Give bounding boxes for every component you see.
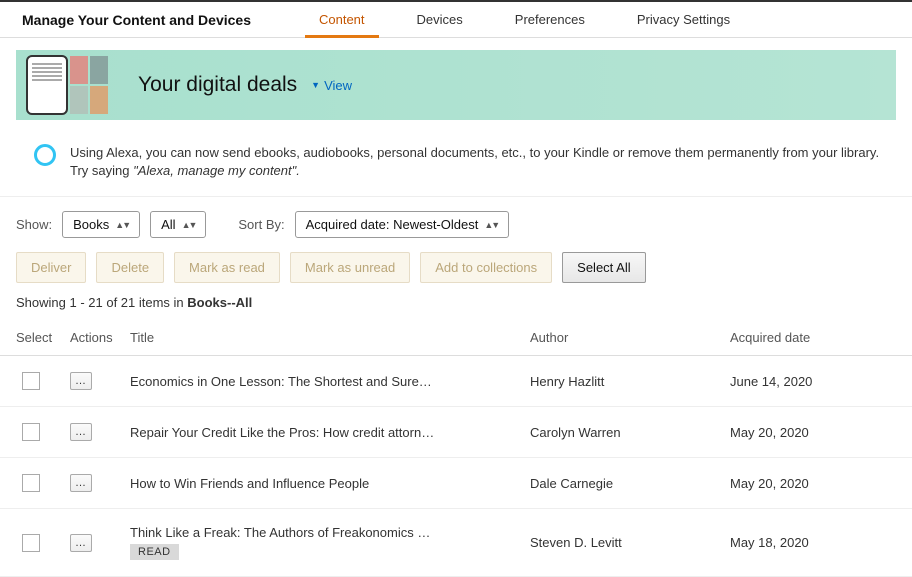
show-select[interactable]: Books▲▼ <box>62 211 140 238</box>
mark-read-button[interactable]: Mark as read <box>174 252 280 283</box>
alexa-text: Using Alexa, you can now send ebooks, au… <box>70 144 890 180</box>
row-author: Henry Hazlitt <box>530 374 730 389</box>
row-title[interactable]: Repair Your Credit Like the Pros: How cr… <box>130 425 530 440</box>
row-checkbox[interactable] <box>22 534 40 552</box>
sort-label: Sort By: <box>238 217 284 232</box>
alexa-notice: Using Alexa, you can now send ebooks, au… <box>0 128 912 197</box>
table-row: … How to Win Friends and Influence People… <box>0 458 912 509</box>
table-header: Select Actions Title Author Acquired dat… <box>0 320 912 356</box>
tabs: Content Devices Preferences Privacy Sett… <box>313 2 736 37</box>
row-actions-button[interactable]: … <box>70 423 92 441</box>
row-title[interactable]: How to Win Friends and Influence People <box>130 476 530 491</box>
count-row: Showing 1 - 21 of 21 items in Books--All <box>0 295 912 320</box>
banner-heading: Your digital deals <box>138 73 297 97</box>
top-nav: Manage Your Content and Devices Content … <box>0 0 912 38</box>
add-collections-button[interactable]: Add to collections <box>420 252 552 283</box>
row-checkbox[interactable] <box>22 372 40 390</box>
col-title: Title <box>130 330 530 345</box>
mark-unread-button[interactable]: Mark as unread <box>290 252 410 283</box>
row-title[interactable]: Think Like a Freak: The Authors of Freak… <box>130 525 530 560</box>
table-row: … Economics in One Lesson: The Shortest a… <box>0 356 912 407</box>
delete-button[interactable]: Delete <box>96 252 164 283</box>
action-row: Deliver Delete Mark as read Mark as unre… <box>0 238 912 295</box>
row-title[interactable]: Economics in One Lesson: The Shortest an… <box>130 374 530 389</box>
col-author: Author <box>530 330 730 345</box>
tab-content[interactable]: Content <box>313 2 371 37</box>
deliver-button[interactable]: Deliver <box>16 252 86 283</box>
table-row: … Repair Your Credit Like the Pros: How c… <box>0 407 912 458</box>
tab-preferences[interactable]: Preferences <box>509 2 591 37</box>
caret-icon: ▲▼ <box>182 220 196 230</box>
scope-select[interactable]: All▲▼ <box>150 211 206 238</box>
read-badge: READ <box>130 544 179 560</box>
caret-icon: ▲▼ <box>484 220 498 230</box>
col-select: Select <box>16 330 70 345</box>
chevron-down-icon: ▼ <box>311 80 320 90</box>
row-checkbox[interactable] <box>22 423 40 441</box>
row-author: Dale Carnegie <box>530 476 730 491</box>
banner-graphic <box>26 55 126 115</box>
alexa-icon <box>34 144 56 166</box>
row-actions-button[interactable]: … <box>70 474 92 492</box>
tab-devices[interactable]: Devices <box>411 2 469 37</box>
sort-select[interactable]: Acquired date: Newest-Oldest▲▼ <box>295 211 510 238</box>
col-date: Acquired date <box>730 330 890 345</box>
page-title: Manage Your Content and Devices <box>0 12 273 28</box>
caret-icon: ▲▼ <box>115 220 129 230</box>
table-row: … Think Like a Freak: The Authors of Frea… <box>0 509 912 577</box>
tab-privacy[interactable]: Privacy Settings <box>631 2 736 37</box>
banner-view-link[interactable]: View <box>324 78 352 93</box>
row-date: May 20, 2020 <box>730 476 890 491</box>
row-actions-button[interactable]: … <box>70 534 92 552</box>
row-checkbox[interactable] <box>22 474 40 492</box>
content-table: Select Actions Title Author Acquired dat… <box>0 320 912 577</box>
row-date: May 18, 2020 <box>730 535 890 550</box>
row-actions-button[interactable]: … <box>70 372 92 390</box>
deals-banner: Your digital deals ▼ View <box>16 50 896 120</box>
row-date: May 20, 2020 <box>730 425 890 440</box>
row-author: Steven D. Levitt <box>530 535 730 550</box>
show-label: Show: <box>16 217 52 232</box>
filter-row: Show: Books▲▼ All▲▼ Sort By: Acquired da… <box>0 197 912 238</box>
col-actions: Actions <box>70 330 130 345</box>
row-date: June 14, 2020 <box>730 374 890 389</box>
row-author: Carolyn Warren <box>530 425 730 440</box>
select-all-button[interactable]: Select All <box>562 252 645 283</box>
